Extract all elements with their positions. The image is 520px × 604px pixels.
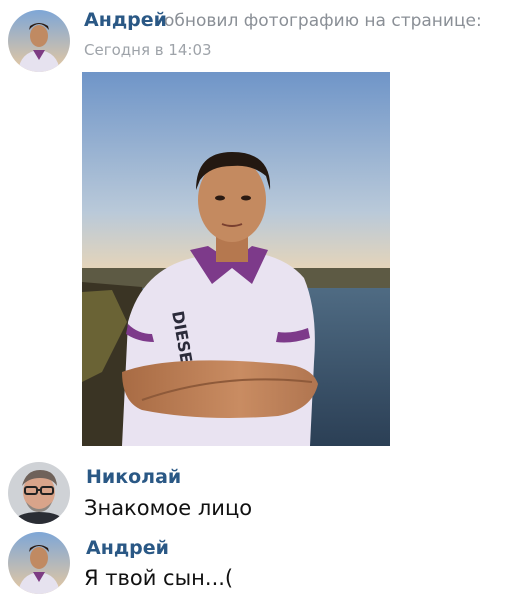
comment-author-name[interactable]: Николай — [86, 466, 181, 488]
comment-text: Я твой сын...( — [84, 566, 234, 590]
post-action-text: обновил фотографию на странице: — [164, 11, 482, 31]
avatar-andrey-image — [8, 532, 70, 594]
post-author-name[interactable]: Андрей — [84, 9, 167, 31]
post-author-avatar[interactable] — [8, 10, 70, 72]
comment-author-name[interactable]: Андрей — [86, 537, 169, 559]
comment-author-avatar[interactable] — [8, 532, 70, 594]
post-timestamp[interactable]: Сегодня в 14:03 — [84, 41, 212, 59]
comment-text: Знакомое лицо — [84, 496, 253, 520]
avatar-nikolay-image — [8, 462, 70, 524]
avatar-andrey-image — [8, 10, 70, 72]
post-photo[interactable]: DIESEL — [82, 72, 390, 446]
comment-author-avatar[interactable] — [8, 462, 70, 524]
photo-image: DIESEL — [82, 72, 390, 446]
